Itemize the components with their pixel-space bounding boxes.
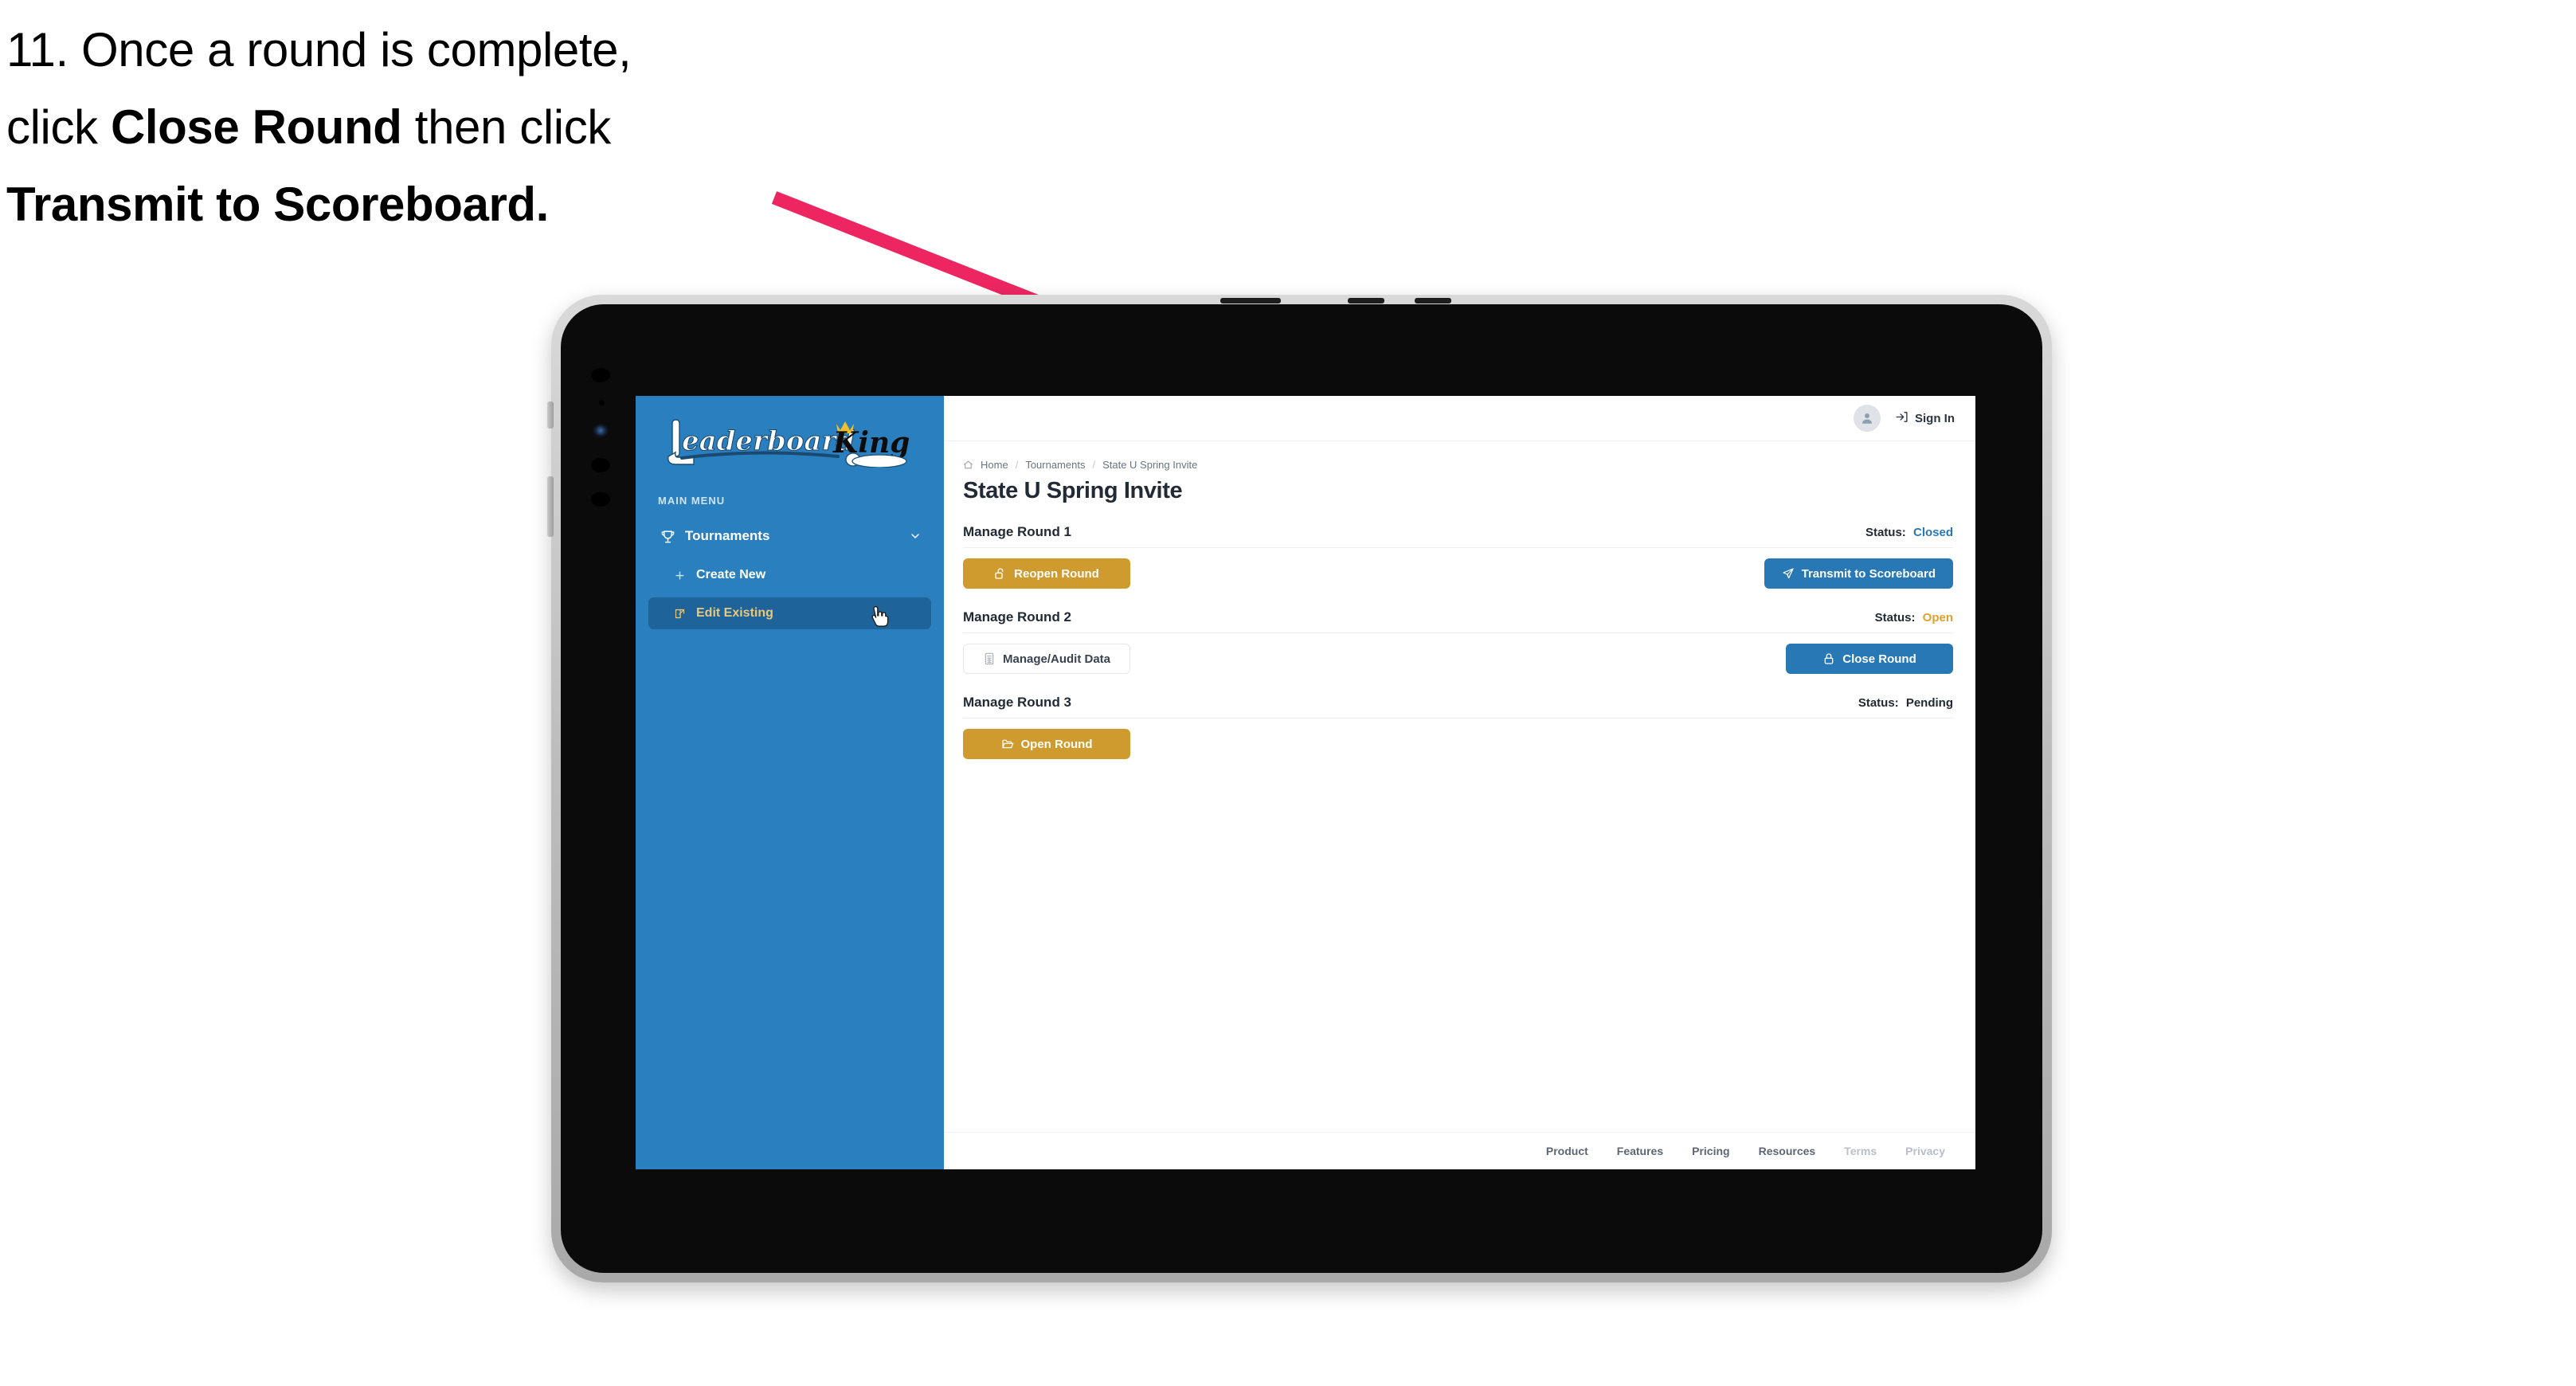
app-logo[interactable]: eaderboard King [658,415,913,468]
breadcrumb-item-home[interactable]: Home [981,459,1008,471]
reopen-round-button[interactable]: Reopen Round [963,558,1130,589]
round-2-status-label: Status: [1874,611,1916,624]
round-1-title: Manage Round 1 [963,524,1072,539]
close-round-button[interactable]: Close Round [1786,644,1953,674]
tablet-sensor-3 [591,492,610,507]
round-1-actions: Reopen Round Transmit to Scoreboard [963,558,1953,589]
breadcrumb-item-tournaments[interactable]: Tournaments [1025,459,1085,471]
paper-plane-icon [1782,567,1795,580]
breadcrumb-separator-1: / [1015,459,1019,471]
caption-line-1-text: 11. Once a round is complete, [6,23,632,76]
breadcrumb: Home / Tournaments / State U Spring Invi… [963,459,1953,471]
breadcrumb-item-current: State U Spring Invite [1102,459,1198,471]
reopen-round-label: Reopen Round [1014,566,1099,581]
transmit-to-scoreboard-button[interactable]: Transmit to Scoreboard [1764,558,1953,589]
round-2-status-value: Open [1922,611,1953,624]
manage-audit-data-button[interactable]: Manage/Audit Data [963,644,1130,674]
transmit-to-scoreboard-label: Transmit to Scoreboard [1801,566,1936,581]
sign-in-label: Sign In [1915,411,1955,425]
round-block-1: Manage Round 1 Status: Closed Reopen Rou… [963,524,1953,589]
tablet-front-camera [591,368,610,382]
caption-line-2-pre: click [6,100,111,155]
page-content: Home / Tournaments / State U Spring Invi… [944,441,1975,1132]
round-3-status: Status: Pending [1858,696,1953,710]
round-3-header: Manage Round 3 Status: Pending [963,695,1953,718]
sign-in-button[interactable]: Sign In [1895,410,1955,427]
round-2-title: Manage Round 2 [963,609,1072,624]
caption-line-2-post: then click [401,100,612,155]
lock-icon [1822,652,1835,665]
trophy-icon [658,529,677,544]
round-3-title: Manage Round 3 [963,695,1072,710]
footer-link-product[interactable]: Product [1546,1145,1588,1157]
tablet-speaker-grill [1220,298,1281,303]
round-block-3: Manage Round 3 Status: Pending Open Roun… [963,695,1953,760]
manage-audit-data-label: Manage/Audit Data [1002,652,1110,666]
open-round-button[interactable]: Open Round [963,729,1130,759]
caption-line-2-bold: Close Round [110,100,402,155]
page-title: State U Spring Invite [963,478,1183,503]
top-bar: Sign In [944,396,1975,441]
round-block-2: Manage Round 2 Status: Open Manage/Audit… [963,609,1953,675]
round-2-actions: Manage/Audit Data Close Round [963,643,1953,675]
sidebar-item-create-new[interactable]: Create New [648,559,931,591]
round-2-status: Status: Open [1875,611,1953,624]
sidebar: eaderboard King MAIN MENU Tournaments Cr… [636,396,944,1169]
caption-line-3-bold: Transmit to Scoreboard. [6,178,549,232]
round-1-status-value: Closed [1912,526,1953,539]
sidebar-item-tournaments[interactable]: Tournaments [648,519,931,553]
tablet-sensor-2 [591,458,610,472]
sign-in-arrow-icon [1895,410,1909,427]
open-folder-icon [1001,738,1014,750]
app-screen: eaderboard King MAIN MENU Tournaments Cr… [636,396,1975,1169]
tablet-speaker-grill-3 [1415,298,1451,303]
chevron-down-icon[interactable] [909,530,922,542]
unlock-icon [994,567,1007,580]
tablet-power-button[interactable] [547,401,554,429]
tablet-volume-button[interactable] [547,476,554,537]
caption-line-2: click Close Round then click [6,88,867,166]
svg-text:King: King [832,426,910,460]
caption-line-1: 11. Once a round is complete, [6,11,867,88]
footer-link-terms[interactable]: Terms [1844,1145,1877,1157]
instruction-caption: 11. Once a round is complete, click Clos… [6,11,867,244]
tablet-sensor [599,400,605,405]
sidebar-item-tournaments-label: Tournaments [685,528,770,543]
round-3-actions: Open Round [963,728,1953,760]
footer-link-resources[interactable]: Resources [1759,1145,1816,1157]
round-1-status: Status: Closed [1865,526,1953,539]
edit-square-icon [671,608,688,620]
sidebar-section-label: MAIN MENU [658,495,726,507]
round-3-status-value: Pending [1905,696,1953,710]
open-round-label: Open Round [1020,737,1093,751]
footer-link-pricing[interactable]: Pricing [1692,1145,1729,1157]
caption-line-3: Transmit to Scoreboard. [6,166,867,243]
calculator-icon [983,652,996,665]
round-1-header: Manage Round 1 Status: Closed [963,524,1953,548]
tablet-speaker-grill-2 [1348,298,1384,303]
sidebar-item-edit-existing-label: Edit Existing [696,606,773,620]
sidebar-item-edit-existing[interactable]: Edit Existing [648,597,931,629]
footer: Product Features Pricing Resources Terms… [944,1132,1975,1169]
user-avatar-icon[interactable] [1854,405,1881,432]
round-2-header: Manage Round 2 Status: Open [963,609,1953,633]
round-1-status-label: Status: [1865,526,1906,539]
home-icon[interactable] [963,460,973,470]
footer-link-privacy[interactable]: Privacy [1905,1145,1945,1157]
sidebar-item-create-new-label: Create New [696,568,766,581]
round-3-status-label: Status: [1858,696,1899,710]
plus-icon [671,570,688,581]
footer-link-features[interactable]: Features [1617,1145,1663,1157]
breadcrumb-separator-2: / [1092,459,1096,471]
main-area: Sign In Home / Tournaments / State U Spr… [944,396,1975,1169]
tablet-indicator-light [595,426,606,435]
close-round-label: Close Round [1842,652,1916,666]
